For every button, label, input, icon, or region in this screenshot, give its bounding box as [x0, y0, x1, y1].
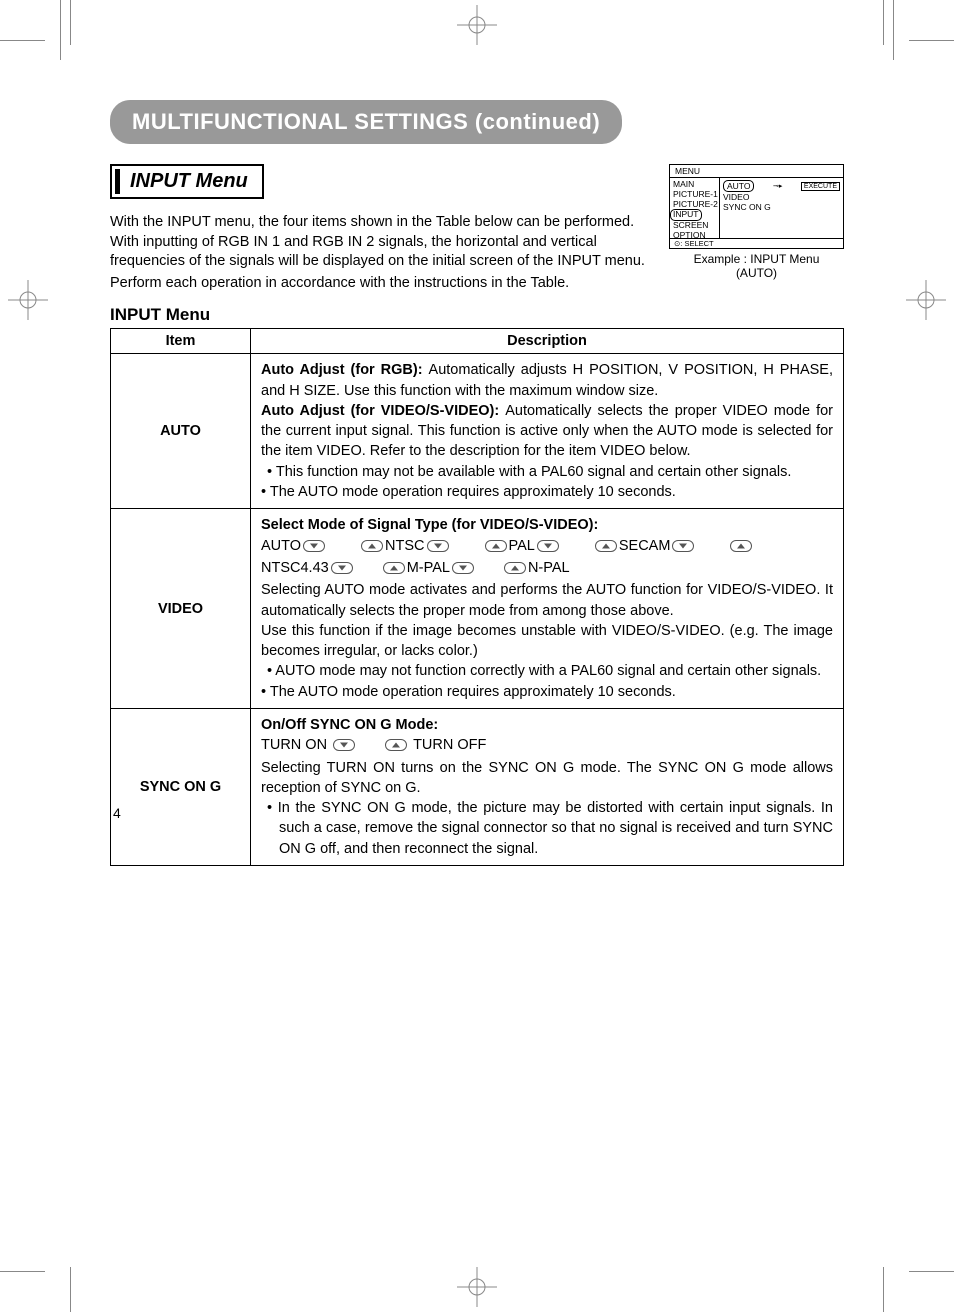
crop-mark — [909, 1271, 954, 1272]
desc-sync: On/Off SYNC ON G Mode: TURN ON TURN OFF … — [251, 709, 844, 866]
table-title: INPUT Menu — [110, 305, 844, 325]
intro-paragraph-2: Perform each operation in accordance wit… — [110, 274, 651, 294]
desc-video: Select Mode of Signal Type (for VIDEO/S-… — [251, 509, 844, 709]
item-video: VIDEO — [111, 509, 251, 709]
osd-left-item: PICTURE-2 — [673, 200, 716, 210]
intro-paragraph-1: With the INPUT menu, the four items show… — [110, 213, 651, 272]
osd-left-menu: MAIN PICTURE-1 PICTURE-2 INPUT SCREEN OP… — [670, 178, 720, 238]
page-number: 4 — [113, 805, 121, 821]
down-icon — [452, 562, 474, 574]
up-icon — [485, 540, 507, 552]
registration-mark-icon — [457, 1267, 497, 1307]
up-icon — [383, 562, 405, 574]
osd-execute-label: EXECUTE — [801, 182, 840, 191]
table-row: VIDEO Select Mode of Signal Type (for VI… — [111, 509, 844, 709]
up-icon — [361, 540, 383, 552]
table-row: AUTO Auto Adjust (for RGB): Automaticall… — [111, 354, 844, 509]
crop-mark — [0, 1271, 45, 1272]
osd-footer: ⊙: SELECT — [670, 238, 843, 248]
item-auto: AUTO — [111, 354, 251, 509]
osd-menu-label: MENU — [670, 165, 843, 178]
down-icon — [427, 540, 449, 552]
settings-table: Item Description AUTO Auto Adjust (for R… — [110, 328, 844, 866]
down-icon — [303, 540, 325, 552]
down-icon — [331, 562, 353, 574]
table-header-desc: Description — [251, 329, 844, 354]
intro-text: With the INPUT menu, the four items show… — [110, 213, 651, 293]
down-icon — [537, 540, 559, 552]
osd-caption-line1: Example : INPUT Menu — [669, 252, 844, 266]
crop-mark — [70, 1267, 71, 1312]
osd-right-item: VIDEO — [723, 192, 840, 202]
table-header-item: Item — [111, 329, 251, 354]
up-icon — [730, 540, 752, 552]
crop-mark — [883, 1267, 884, 1312]
item-sync: SYNC ON G — [111, 709, 251, 866]
desc-auto: Auto Adjust (for RGB): Automatically adj… — [251, 354, 844, 509]
up-icon — [504, 562, 526, 574]
up-icon — [385, 739, 407, 751]
down-icon — [672, 540, 694, 552]
osd-example: MENU MAIN PICTURE-1 PICTURE-2 INPUT SCRE… — [669, 164, 844, 281]
down-icon — [333, 739, 355, 751]
page-heading: MULTIFUNCTIONAL SETTINGS (continued) — [110, 100, 622, 144]
osd-right-item-selected: AUTO — [723, 180, 754, 192]
osd-right-menu: AUTO ⊸▸ EXECUTE VIDEO SYNC ON G — [720, 178, 843, 238]
up-icon — [595, 540, 617, 552]
section-title: INPUT Menu — [110, 164, 264, 199]
table-row: SYNC ON G On/Off SYNC ON G Mode: TURN ON… — [111, 709, 844, 866]
osd-caption-line2: (AUTO) — [669, 266, 844, 280]
osd-right-item: SYNC ON G — [723, 202, 840, 212]
